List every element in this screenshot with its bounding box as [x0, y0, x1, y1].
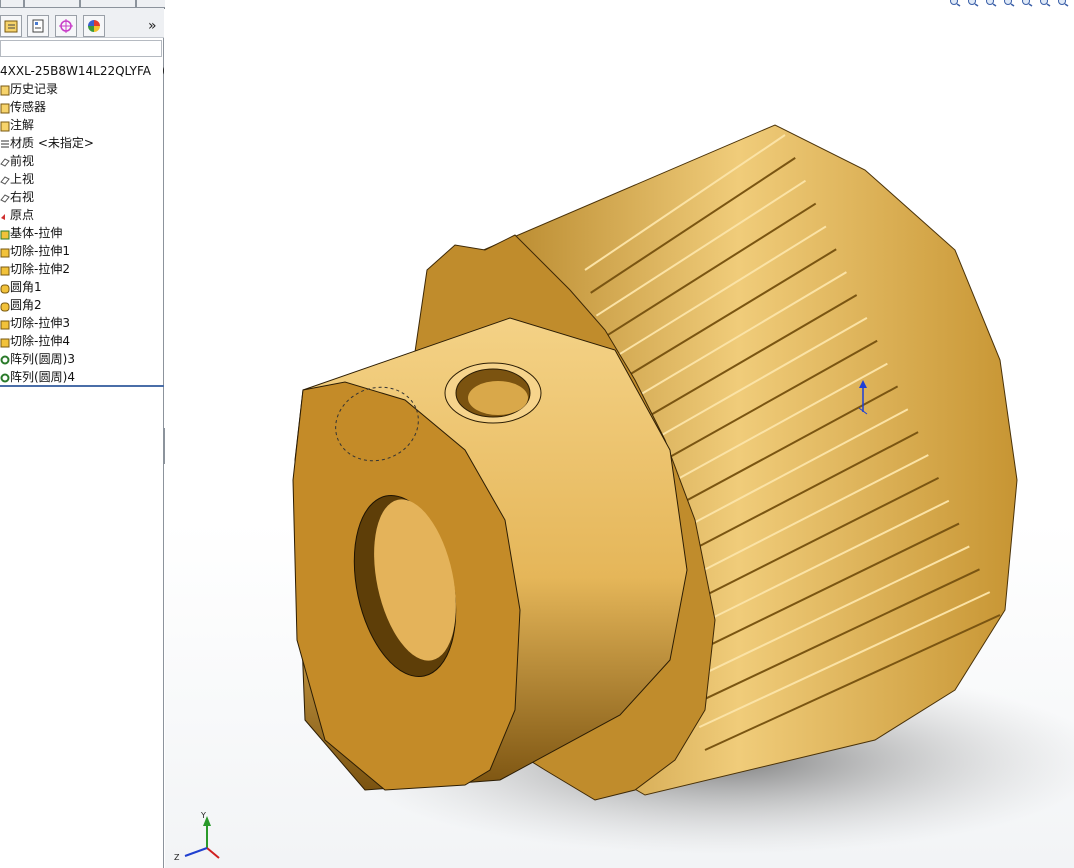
tree-item-label: 基体-拉伸 — [10, 226, 63, 240]
plane-icon — [0, 173, 10, 185]
cut-feature-icon — [0, 245, 10, 258]
tab-1[interactable] — [0, 0, 24, 8]
origin-icon — [0, 209, 10, 221]
plane-icon — [0, 155, 10, 167]
tree-item-label: 圆角2 — [10, 298, 42, 312]
tree-item[interactable]: 前视 — [0, 152, 164, 170]
annotation-folder-icon — [0, 119, 10, 132]
property-manager-icon — [32, 19, 44, 33]
tree-item-label: 阵列(圆周)4 — [10, 370, 75, 384]
rollback-bar[interactable] — [0, 385, 164, 387]
tree-item[interactable]: 切除-拉伸2 — [0, 260, 164, 278]
graphics-viewport[interactable]: Y Z — [165, 0, 1074, 868]
tree-item-label: 右视 — [10, 190, 35, 204]
tree-filter-input[interactable] — [0, 40, 162, 57]
feature-manager-icon — [4, 20, 18, 33]
tree-item-label: 切除-拉伸4 — [10, 334, 70, 348]
tree-item[interactable]: 阵列(圆周)3 — [0, 350, 164, 368]
tree-item-label: 材质 <未指定> — [10, 136, 94, 150]
tree-item[interactable]: 切除-拉伸3 — [0, 314, 164, 332]
tree-root-part[interactable]: 4XXL-25B8W14L22QLYFA （默 — [0, 62, 164, 80]
configuration-manager-icon — [59, 19, 73, 33]
circular-pattern-icon — [0, 371, 10, 383]
tree-item[interactable]: 圆角1 — [0, 278, 164, 296]
tree-item-label: 切除-拉伸3 — [10, 316, 70, 330]
property-manager-tab-button[interactable] — [27, 15, 49, 37]
tree-item-label: 原点 — [10, 208, 35, 222]
plane-icon — [0, 191, 10, 203]
tree-item-label: 切除-拉伸1 — [10, 244, 70, 258]
sensor-folder-icon — [0, 101, 10, 114]
tree-item[interactable]: 右视 — [0, 188, 164, 206]
circular-pattern-icon — [0, 353, 10, 365]
tree-item[interactable]: 切除-拉伸4 — [0, 332, 164, 350]
gear-part-model[interactable]: Y Z — [165, 0, 1074, 868]
extrude-feature-icon — [0, 227, 10, 240]
feature-manager-tab-button[interactable] — [0, 15, 22, 37]
tree-item-label: 阵列(圆周)3 — [10, 352, 75, 366]
triad-y-label: Y — [200, 811, 206, 820]
tree-item-label: 历史记录 — [10, 82, 59, 96]
triad-z-label: Z — [174, 853, 180, 862]
tree-item[interactable]: 圆角2 — [0, 296, 164, 314]
tree-item-label: 圆角1 — [10, 280, 42, 294]
tree-item-label: 传感器 — [10, 100, 47, 114]
tree-item[interactable]: 传感器 — [0, 98, 164, 116]
configuration-manager-tab-button[interactable] — [55, 15, 77, 37]
tree-item[interactable]: 原点 — [0, 206, 164, 224]
panel-toolbar: » — [0, 8, 164, 38]
cut-feature-icon — [0, 263, 10, 276]
tree-item-label: 上视 — [10, 172, 35, 186]
tab-2[interactable] — [24, 0, 80, 8]
history-folder-icon — [0, 83, 10, 96]
tree-item[interactable]: 阵列(圆周)4 — [0, 368, 164, 386]
tree-item-label: 注解 — [10, 118, 35, 132]
tree-item-label: 前视 — [10, 154, 35, 168]
fillet-feature-icon — [0, 281, 10, 294]
tab-3[interactable] — [80, 0, 136, 8]
tree-item[interactable]: 基体-拉伸 — [0, 224, 164, 242]
tree-item[interactable]: 切除-拉伸1 — [0, 242, 164, 260]
panel-expand-button[interactable]: » — [148, 18, 157, 34]
tree-item[interactable]: 上视 — [0, 170, 164, 188]
set-screw-hole-inner — [468, 381, 528, 415]
cut-feature-icon — [0, 317, 10, 330]
appearance-manager-tab-button[interactable] — [83, 15, 105, 37]
tree-item[interactable]: 历史记录 — [0, 80, 164, 98]
feature-tree: 4XXL-25B8W14L22QLYFA （默 历史记录传感器注解材质 <未指定… — [0, 62, 164, 386]
tree-item[interactable]: 材质 <未指定> — [0, 134, 164, 152]
appearance-manager-icon — [88, 20, 100, 32]
tree-item-label: 切除-拉伸2 — [10, 262, 70, 276]
material-icon — [0, 137, 10, 149]
fillet-feature-icon — [0, 299, 10, 312]
coordinate-triad: Y Z — [174, 811, 220, 862]
cut-feature-icon — [0, 335, 10, 348]
tree-item[interactable]: 注解 — [0, 116, 164, 134]
